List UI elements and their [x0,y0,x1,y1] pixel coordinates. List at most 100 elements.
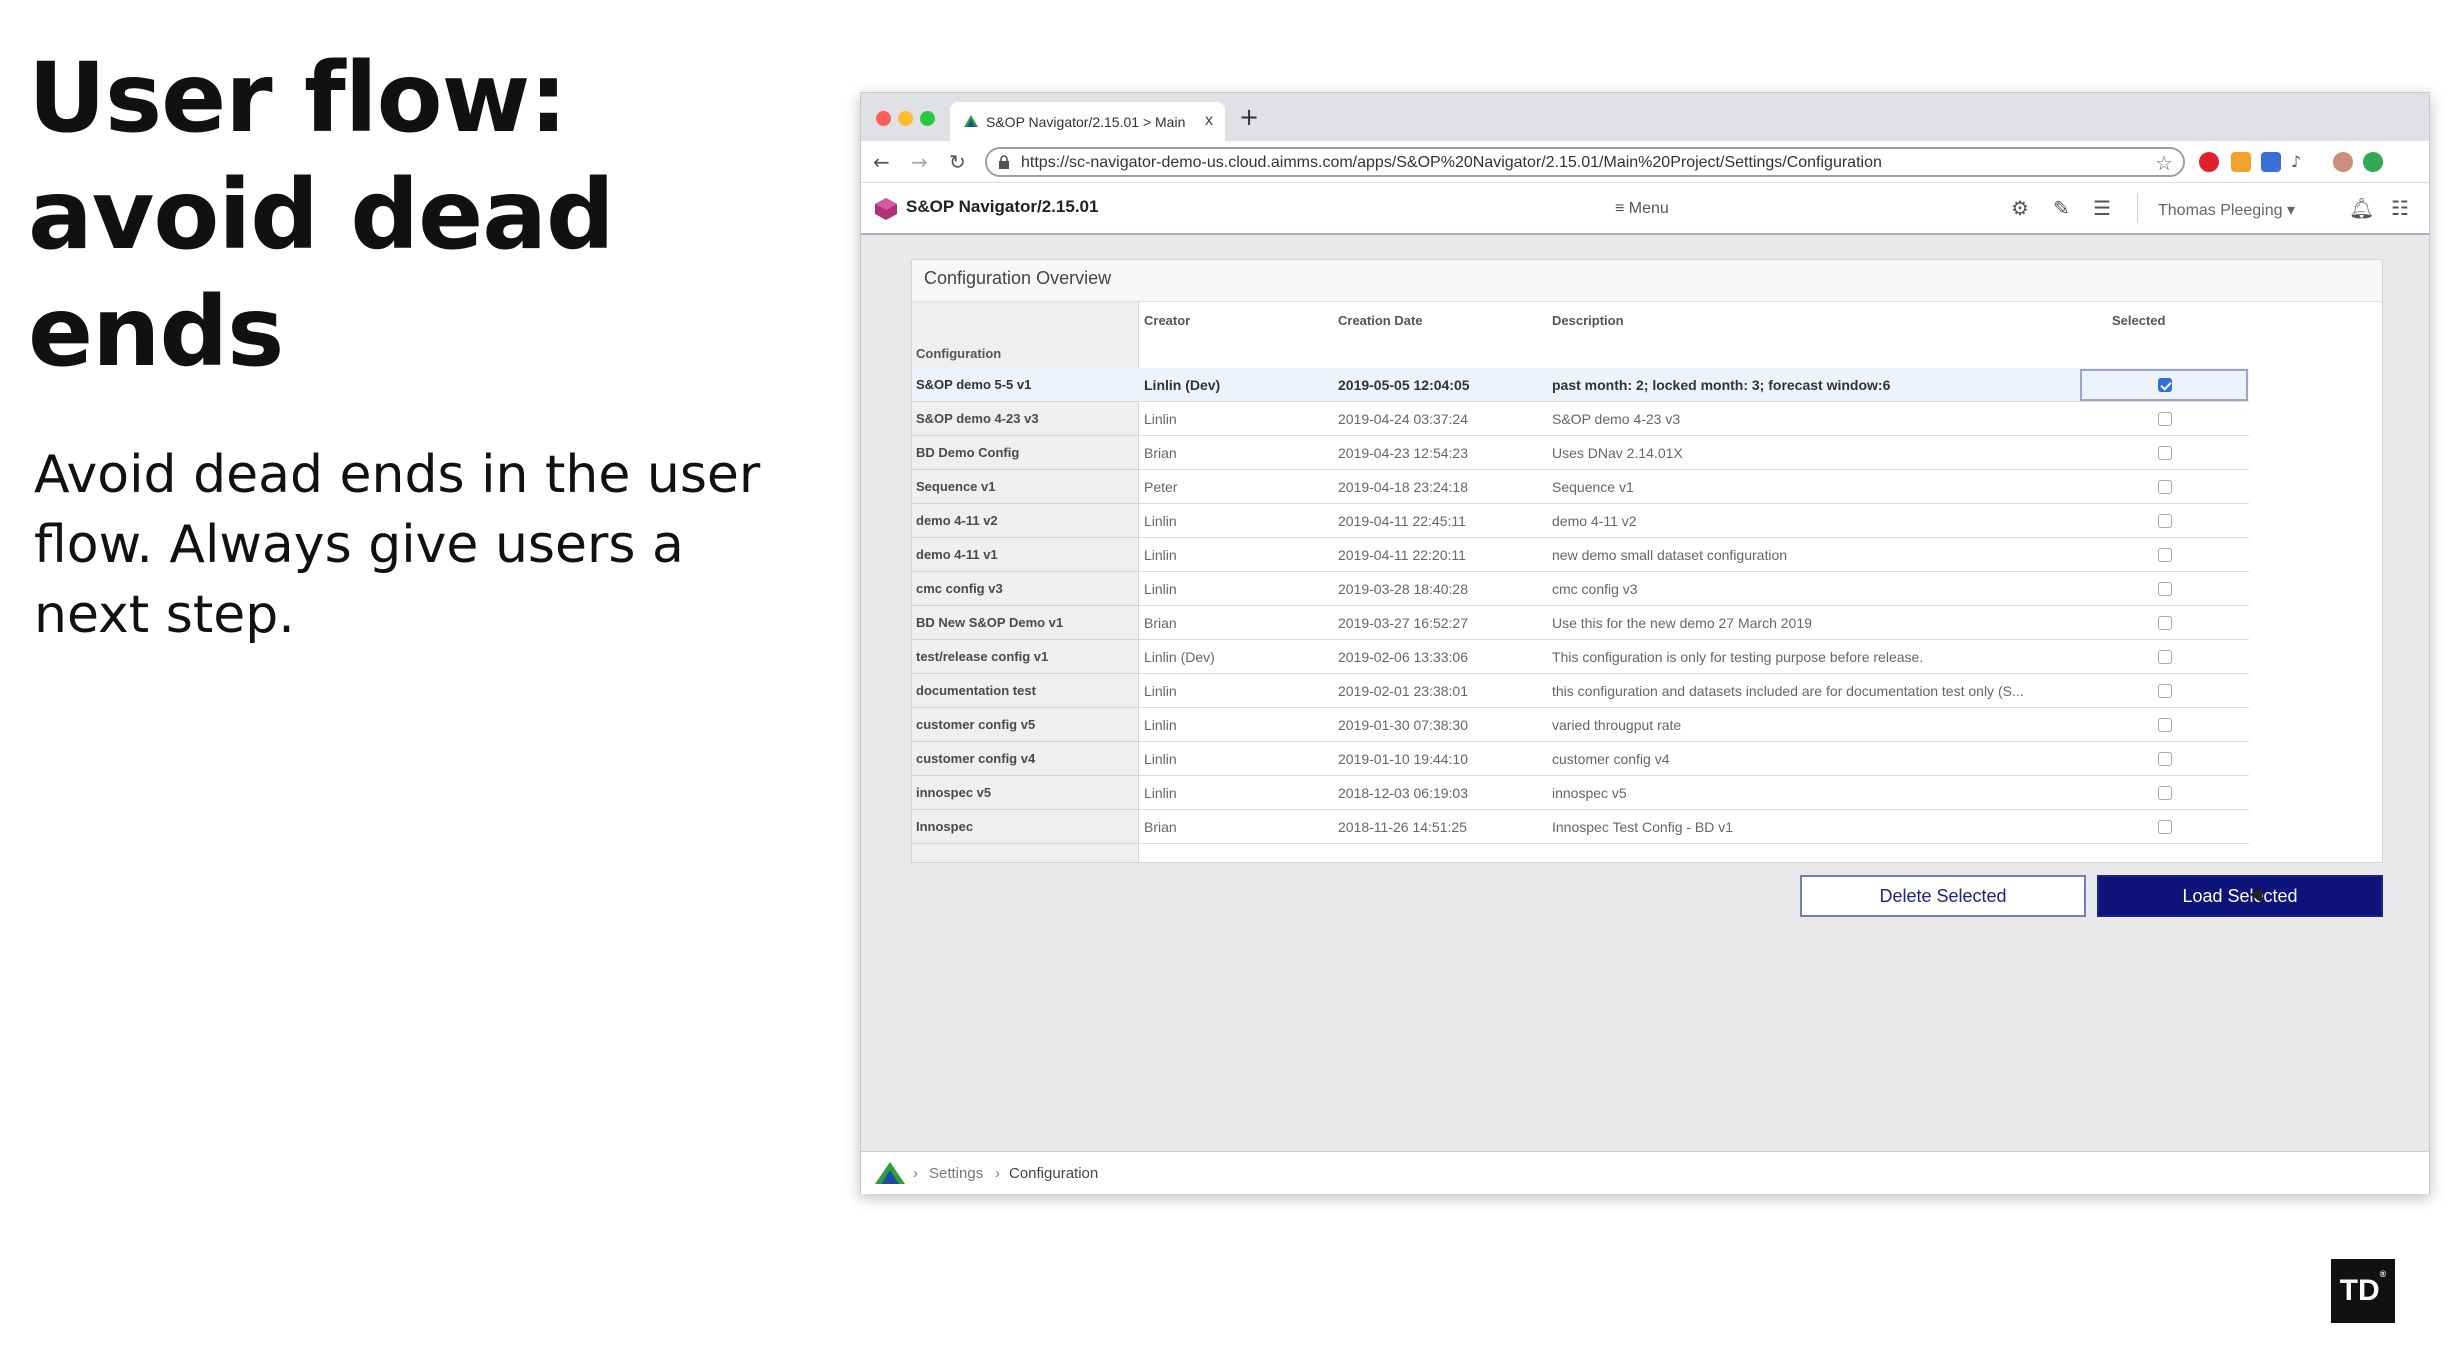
app-footer: › Settings › Configuration [861,1151,2429,1194]
table-row[interactable]: demo 4-11 v2 Linlin 2019-04-11 22:45:11 dem… [912,504,2249,538]
description-cell: S&OP demo 4-23 v3 [1552,411,1681,427]
creation-date-cell: 2019-03-28 18:40:28 [1338,581,1468,597]
list-icon[interactable]: ☰ [2093,196,2111,221]
creation-date-cell: 2019-01-10 19:44:10 [1338,751,1468,767]
select-checkbox[interactable] [2158,786,2172,800]
description-cell: Uses DNav 2.14.01X [1552,445,1683,461]
select-checkbox[interactable] [2158,412,2172,426]
reload-icon[interactable]: ↻ [949,150,966,174]
address-bar[interactable]: https://sc-navigator-demo-us.cloud.aimms… [985,147,2185,177]
extension-icon[interactable] [2261,152,2281,172]
pencil-icon[interactable]: ✎ [2053,196,2070,221]
app-header: S&OP Navigator/2.15.01 ≡ Menu ⚙ ✎ ☰ Thom… [861,183,2429,235]
description-cell: new demo small dataset configuration [1552,547,1788,563]
slide-subtitle: Avoid dead ends in the user flow. Always… [34,445,761,645]
select-checkbox[interactable] [2158,582,2172,596]
select-checkbox[interactable] [2158,378,2172,392]
creator-cell: Linlin (Dev) [1144,649,1215,665]
select-checkbox[interactable] [2158,718,2172,732]
table-row[interactable]: BD Demo Config Brian 2019-04-23 12:54:23 Us… [912,436,2249,470]
user-name: Thomas Pleeging [2158,202,2283,219]
configuration-cell: demo 4-11 v2 [916,513,998,528]
breadcrumb-separator: › [913,1165,918,1182]
creation-date-cell: 2018-12-03 06:19:03 [1338,785,1468,801]
description-cell: customer config v4 [1552,751,1670,767]
table-row[interactable]: Innospec Brian 2018-11-26 14:51:25 Innospec… [912,810,2249,844]
window-zoom-dot[interactable] [920,111,935,126]
description-cell: this configuration and datasets included… [1552,683,2024,699]
extension-icon[interactable] [2231,152,2251,172]
table-row[interactable]: documentation test Linlin 2019-02-01 23:38… [912,674,2249,708]
select-checkbox[interactable] [2158,752,2172,766]
hamburger-icon: ≡ [1615,200,1629,217]
description-cell: Sequence v1 [1552,479,1634,495]
column-header-creator[interactable]: Creator [1144,313,1190,328]
creator-cell: Linlin [1144,411,1177,427]
select-checkbox[interactable] [2158,616,2172,630]
table-row[interactable]: demo 4-11 v1 Linlin 2019-04-11 22:20:11 new… [912,538,2249,572]
column-header-configuration[interactable]: Configuration [916,346,1001,361]
creator-cell: Peter [1144,479,1178,495]
description-cell: innospec v5 [1552,785,1627,801]
description-cell: cmc config v3 [1552,581,1638,597]
panel-title: Configuration Overview [924,268,1112,288]
select-checkbox[interactable] [2158,820,2172,834]
configuration-cell: S&OP demo 5-5 v1 [916,377,1032,392]
table-row[interactable]: customer config v5 Linlin 2019-01-30 07:38… [912,708,2249,742]
description-cell: demo 4-11 v2 [1552,513,1637,529]
window-minimize-dot[interactable] [898,111,913,126]
delete-selected-button[interactable]: Delete Selected [1800,875,2086,917]
table-row[interactable]: customer config v4 Linlin 2019-01-10 19:44… [912,742,2249,776]
slide-title-line-3: ends [28,276,284,388]
extension-icon[interactable] [2363,152,2383,172]
panel-title-bar: Configuration Overview [912,260,2382,302]
star-icon[interactable]: ☆ [2155,151,2173,176]
select-checkbox[interactable] [2158,480,2172,494]
app-name: S&OP Navigator/2.15.01 [906,197,1099,216]
registered-mark: ® [2379,1269,2387,1279]
select-checkbox[interactable] [2158,650,2172,664]
forward-icon[interactable]: → [911,150,928,174]
creator-cell: Brian [1144,445,1177,461]
td-logo-text: TD [2339,1274,2380,1307]
slide: User flow: avoid dead ends Avoid dead en… [0,0,2460,1370]
menu-button[interactable]: ≡ Menu [1615,200,1669,218]
bell-icon[interactable]: 🔔︎ [2349,196,2374,221]
opera-extension-icon[interactable] [2199,152,2219,172]
table-row[interactable]: S&OP demo 4-23 v3 Linlin 2019-04-24 03:37:… [912,402,2249,436]
table-row[interactable]: innospec v5 Linlin 2018-12-03 06:19:03 inno… [912,776,2249,810]
table-row[interactable]: Sequence v1 Peter 2019-04-18 23:24:18 Seque… [912,470,2249,504]
configuration-cell: BD Demo Config [916,445,1020,460]
breadcrumb-settings[interactable]: Settings [929,1165,983,1182]
window-close-dot[interactable] [876,111,891,126]
load-selected-button[interactable]: Load Selected [2097,875,2383,917]
column-header-selected[interactable]: Selected [2112,313,2165,328]
sliders-icon[interactable]: ☷ [2391,196,2409,221]
creator-cell: Brian [1144,615,1177,631]
aimms-logo-icon[interactable] [875,1162,905,1184]
breadcrumb-configuration[interactable]: Configuration [1009,1165,1098,1182]
column-header-description[interactable]: Description [1552,313,1624,328]
select-checkbox[interactable] [2158,514,2172,528]
table-row[interactable]: cmc config v3 Linlin 2019-03-28 18:40:28 cm… [912,572,2249,606]
column-header-date[interactable]: Creation Date [1338,313,1423,328]
table-row[interactable]: BD New S&OP Demo v1 Brian 2019-03-27 16:52… [912,606,2249,640]
description-cell: Use this for the new demo 27 March 2019 [1552,615,1812,631]
table-row[interactable]: test/release config v1 Linlin (Dev) 2019-0… [912,640,2249,674]
gear-icon[interactable]: ⚙ [2011,196,2029,221]
profile-avatar[interactable] [2333,152,2353,172]
table-row[interactable]: S&OP demo 5-5 v1 Linlin (Dev) 2019-05-05 1… [912,368,2249,402]
new-tab-button[interactable]: + [1239,103,1259,131]
creator-cell: Linlin [1144,751,1177,767]
creator-cell: Linlin [1144,581,1177,597]
creation-date-cell: 2019-05-05 12:04:05 [1338,377,1470,393]
select-checkbox[interactable] [2158,684,2172,698]
back-icon[interactable]: ← [873,150,890,174]
user-menu[interactable]: Thomas Pleeging ▾ [2158,200,2295,220]
browser-tab[interactable]: S&OP Navigator/2.15.01 > Main x [950,102,1225,141]
tab-close-icon[interactable]: x [1205,112,1213,130]
extension-icon[interactable]: ♪ [2291,152,2301,171]
select-checkbox[interactable] [2158,446,2172,460]
url-text: https://sc-navigator-demo-us.cloud.aimms… [1021,154,1882,171]
select-checkbox[interactable] [2158,548,2172,562]
